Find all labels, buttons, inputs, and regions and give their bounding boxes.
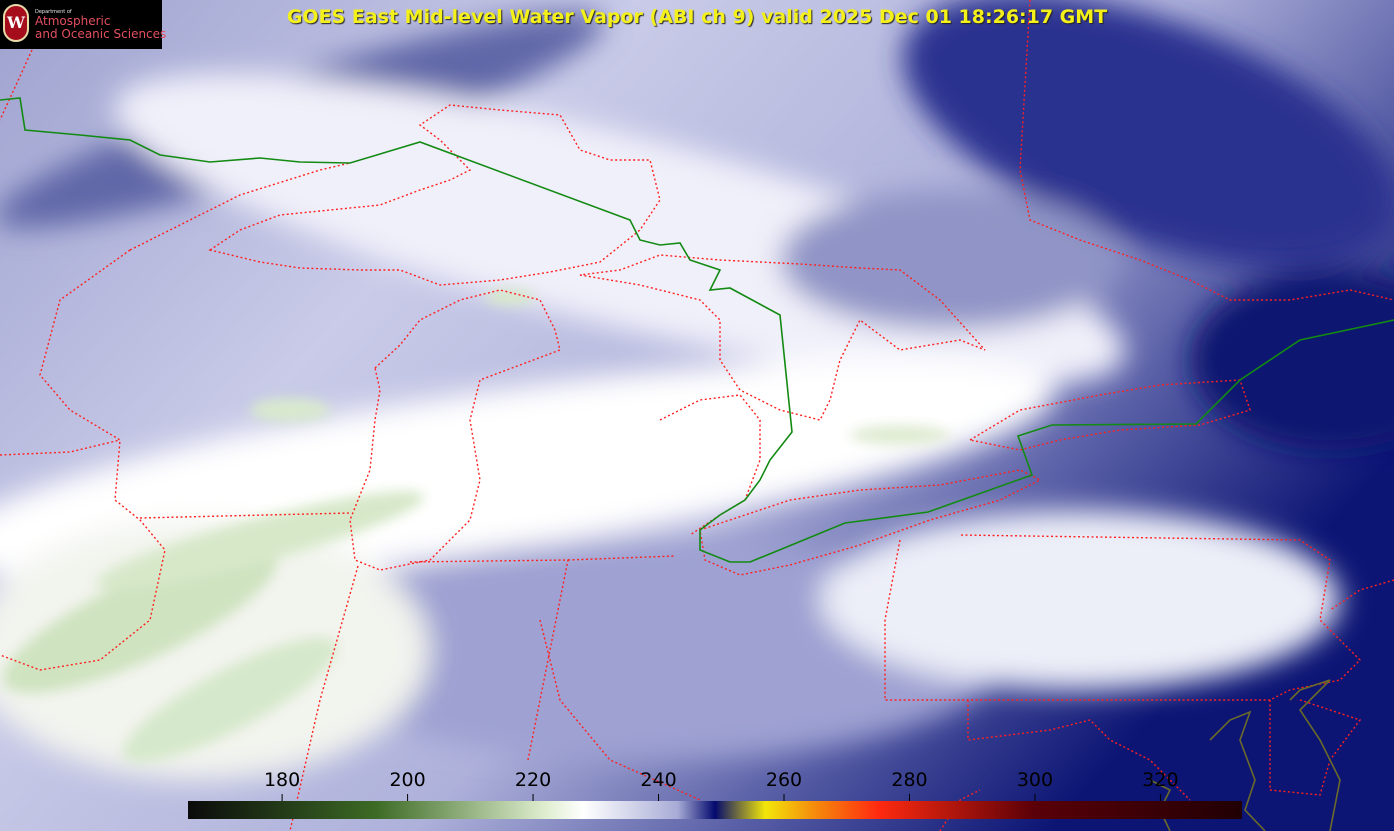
colorbar-tick-label: 200 (389, 769, 426, 791)
colorbar-tick-label: 300 (1016, 769, 1054, 791)
colorbar-tick-label: 260 (765, 769, 803, 791)
map-title: GOES East Mid-level Water Vapor (ABI ch … (286, 6, 1108, 28)
colorbar-tick-label: 240 (640, 769, 677, 791)
colorbar-tick-label: 220 (514, 769, 552, 791)
water-vapor-map (0, 0, 1394, 831)
temperature-colorbar (188, 801, 1242, 819)
colorbar-tick-label: 320 (1142, 769, 1179, 791)
logo-line2: and Oceanic Sciences (35, 27, 167, 41)
colorbar-tick-label: 280 (891, 769, 928, 791)
colorbar-tick-label: 180 (263, 769, 301, 791)
